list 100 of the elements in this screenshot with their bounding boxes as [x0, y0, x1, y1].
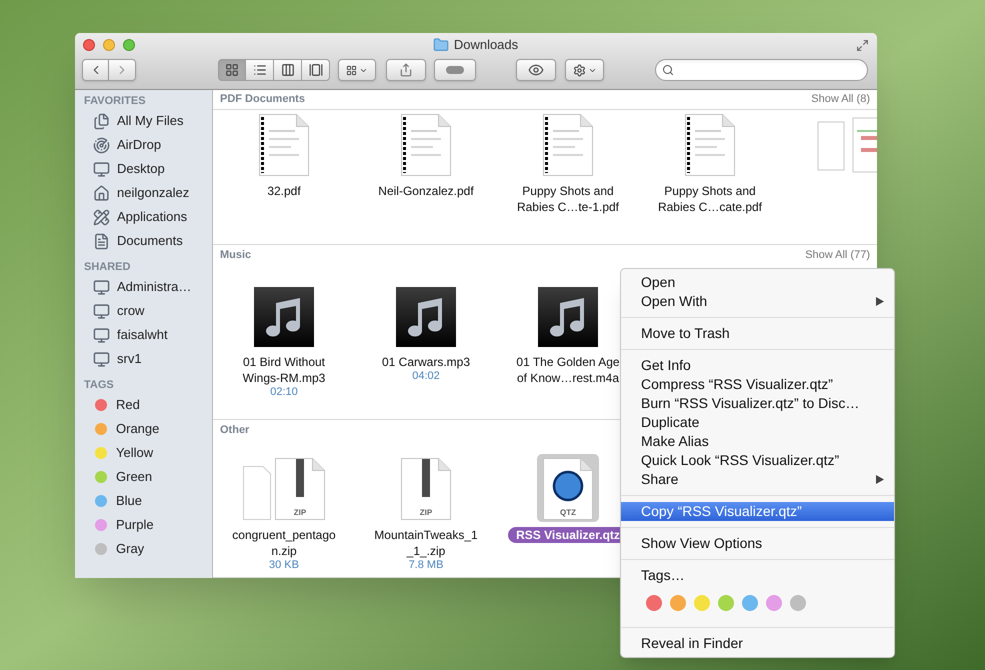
file-icon-tile[interactable]: QTZ: [537, 454, 599, 522]
share-button[interactable]: [386, 59, 426, 81]
folder-icon: [432, 37, 449, 53]
file-name[interactable]: Puppy Shots and Rabies C…cate.pdf: [658, 183, 762, 215]
grid-icon: [225, 63, 239, 77]
view-mode-button[interactable]: [274, 59, 302, 81]
pdf-document-icon: [259, 114, 309, 176]
view-mode-button[interactable]: [218, 59, 246, 81]
house-icon: [93, 184, 110, 202]
menu-item[interactable]: Compress “RSS Visualizer.qtz”: [621, 375, 894, 394]
sidebar-item[interactable]: Desktop: [75, 157, 212, 181]
sidebar-item[interactable]: Documents: [75, 229, 212, 253]
quick-look-button[interactable]: [516, 59, 556, 81]
back-button[interactable]: [82, 59, 109, 81]
zip-file-icon: [275, 458, 325, 520]
sidebar-item[interactable]: Yellow: [75, 441, 212, 465]
file-type-label: ZIP: [292, 508, 308, 518]
menu-item[interactable]: Burn “RSS Visualizer.qtz” to Disc…: [621, 394, 894, 413]
eye-icon: [528, 62, 544, 78]
arrange-button[interactable]: [338, 59, 376, 81]
close-button[interactable]: [83, 39, 95, 51]
sidebar-item[interactable]: Red: [75, 393, 212, 417]
menu-item[interactable]: Move to Trash: [621, 324, 894, 343]
sidebar-item[interactable]: Gray: [75, 537, 212, 561]
menu-item[interactable]: Duplicate: [621, 413, 894, 432]
file-icon-tile[interactable]: ZIP: [395, 454, 457, 522]
file-name[interactable]: congruent_pentago n.zip: [232, 527, 336, 559]
share-icon: [399, 63, 413, 77]
sidebar-item[interactable]: srv1: [75, 347, 212, 371]
sidebar-item[interactable]: Blue: [75, 489, 212, 513]
show-all-link[interactable]: Show All (77): [805, 246, 870, 264]
sidebar-item[interactable]: AirDrop: [75, 133, 212, 157]
file-name[interactable]: Puppy Shots and Rabies C…te-1.pdf: [516, 183, 620, 215]
sidebar-item[interactable]: Applications: [75, 205, 212, 229]
file-detail: 02:10: [270, 386, 298, 399]
sidebar-item[interactable]: Green: [75, 465, 212, 489]
sidebar-item[interactable]: Purple: [75, 513, 212, 537]
file-type-label: QTZ: [559, 508, 577, 518]
submenu-arrow-icon: [876, 475, 884, 484]
pdf-document-icon: [685, 114, 735, 176]
menu-item[interactable]: Copy “RSS Visualizer.qtz”: [621, 502, 894, 521]
fullscreen-icon[interactable]: [856, 38, 869, 52]
list-icon: [252, 63, 266, 77]
columns-icon: [280, 63, 294, 77]
zip-file-icon: [401, 458, 451, 520]
settings-icon: [572, 64, 586, 76]
sidebar-item[interactable]: Orange: [75, 417, 212, 441]
menu-item[interactable]: Open: [621, 273, 894, 292]
tag-button[interactable]: [434, 59, 476, 81]
menu-item[interactable]: Quick Look “RSS Visualizer.qtz”: [621, 451, 894, 470]
search-icon: [662, 64, 674, 76]
file-type-label: ZIP: [418, 508, 434, 518]
sidebar-item[interactable]: faisalwht: [75, 323, 212, 347]
show-all-link[interactable]: Show All (8): [811, 91, 870, 108]
monitor-icon: [93, 160, 110, 178]
file-detail: 04:02: [412, 370, 440, 383]
file-name[interactable]: 01 Carwars.mp3: [382, 354, 470, 370]
monitor-icon: [93, 326, 110, 344]
menu-item[interactable]: Share: [621, 470, 894, 489]
section-heading: PDF Documents: [220, 92, 305, 108]
menu-item[interactable]: Open With: [621, 292, 894, 311]
view-mode-button[interactable]: [246, 59, 274, 81]
file-name[interactable]: Neil-Gonzalez.pdf: [378, 183, 474, 199]
sidebar-item[interactable]: Administra…: [75, 275, 212, 299]
menu-item[interactable]: Get Info: [621, 356, 894, 375]
submenu-arrow-icon: [876, 297, 884, 306]
view-mode-button[interactable]: [302, 59, 330, 81]
sidebar-heading: TAGS: [83, 378, 115, 393]
menu-item[interactable]: Tags…: [621, 566, 894, 585]
sidebar-heading: FAVORITES: [83, 94, 147, 109]
sidebar-item[interactable]: neilgonzalez: [75, 181, 212, 205]
tag-pill-icon: [446, 66, 464, 74]
zoom-button[interactable]: [123, 39, 135, 51]
search-field[interactable]: [655, 59, 868, 81]
section-heading: Music: [220, 248, 252, 263]
music-file-icon: [396, 287, 456, 347]
file-detail: 30 KB: [269, 559, 299, 572]
music-file-icon: [254, 287, 314, 347]
action-button[interactable]: [565, 59, 604, 81]
section-heading: Other: [220, 422, 250, 438]
sidebar-item[interactable]: All My Files: [75, 109, 212, 133]
file-name[interactable]: 01 Bird Without Wings-RM.mp3: [242, 354, 326, 386]
menu-item[interactable]: Make Alias: [621, 432, 894, 451]
monitor-icon: [93, 302, 110, 320]
monitor-icon: [93, 350, 110, 368]
file-name[interactable]: 32.pdf: [267, 183, 301, 199]
files-icon: [93, 112, 110, 130]
forward-button[interactable]: [109, 59, 136, 81]
qtz-file-icon: [543, 458, 593, 520]
radar-icon: [93, 136, 110, 154]
music-file-icon: [538, 287, 598, 347]
file-name[interactable]: 01 The Golden Age of Know…rest.m4a: [516, 354, 620, 386]
pdf-document-icon: [543, 114, 593, 176]
pencil-ruler-icon: [93, 208, 110, 226]
pdf-document-icon: [401, 114, 451, 176]
file-name[interactable]: MountainTweaks_1 _1_.zip: [374, 527, 478, 559]
monitor-icon: [93, 278, 110, 296]
menu-item[interactable]: Reveal in Finder: [621, 634, 894, 653]
sidebar-item[interactable]: crow: [75, 299, 212, 323]
file-icon-tile[interactable]: ZIP: [237, 454, 331, 522]
